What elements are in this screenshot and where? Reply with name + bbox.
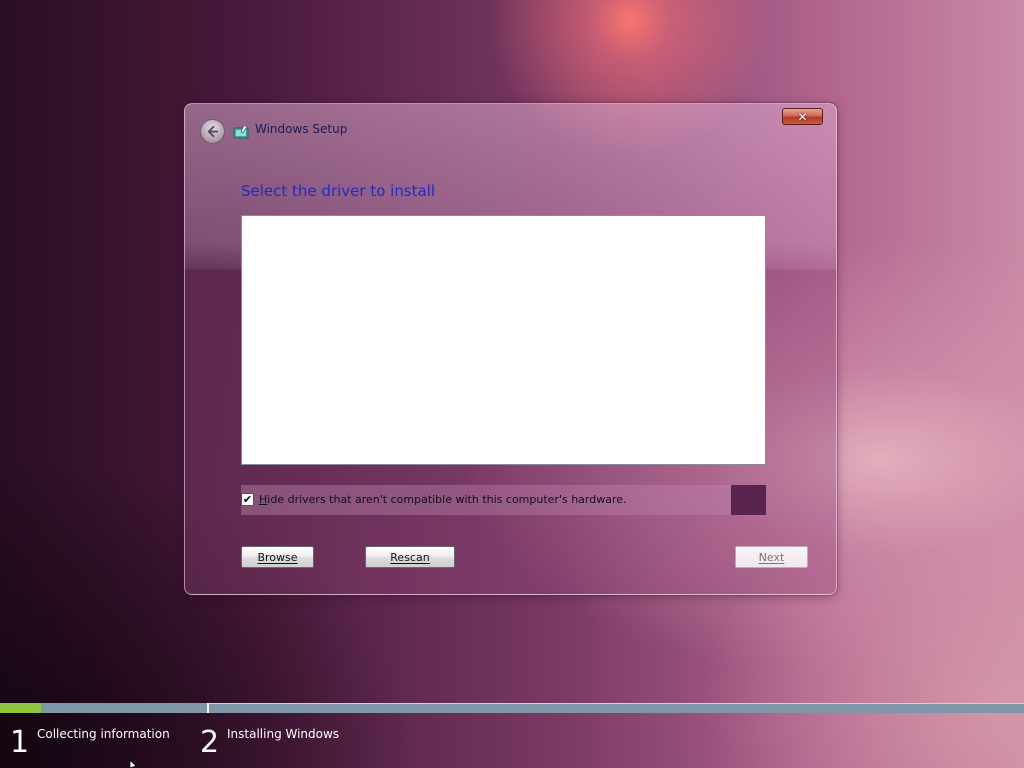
browse-button[interactable]: Browse	[241, 546, 314, 568]
checkmark-icon: ✔	[242, 493, 253, 506]
step1-number: 1	[10, 725, 30, 760]
next-button[interactable]: Next	[735, 546, 808, 568]
step1-label: Collecting information	[37, 727, 170, 741]
step2-label: Installing Windows	[227, 727, 340, 741]
windows-setup-icon	[233, 124, 249, 139]
progress-step1-track	[0, 703, 207, 713]
progress-step1-fill	[0, 703, 42, 713]
driver-list[interactable]	[241, 215, 766, 465]
hide-drivers-checkbox[interactable]: ✔	[241, 493, 254, 506]
hide-drivers-option: ✔ Hide drivers that aren't compatible wi…	[241, 485, 766, 515]
mouse-cursor-icon	[130, 760, 137, 768]
rescan-button-label: Rescan	[390, 550, 430, 564]
page-heading: Select the driver to install	[241, 182, 436, 200]
hide-drivers-label-text: ide drivers that aren't compatible with …	[267, 493, 627, 506]
progress-step2-track	[209, 703, 1024, 713]
close-button[interactable]: ✕	[782, 108, 823, 125]
hide-drivers-label[interactable]: Hide drivers that aren't compatible with…	[259, 493, 627, 506]
back-button[interactable]	[200, 119, 225, 144]
step2-number: 2	[200, 725, 220, 760]
decorative-square	[731, 485, 766, 515]
close-icon: ✕	[797, 109, 808, 124]
setup-dialog: Windows Setup ✕ Select the driver to ins…	[184, 103, 837, 595]
back-arrow-icon	[207, 125, 219, 138]
next-button-label: Next	[758, 550, 785, 564]
setup-progress-bar	[0, 703, 1024, 713]
rescan-button[interactable]: Rescan	[365, 546, 455, 568]
browse-button-label: Browse	[257, 550, 298, 564]
window-title: Windows Setup	[255, 122, 348, 136]
